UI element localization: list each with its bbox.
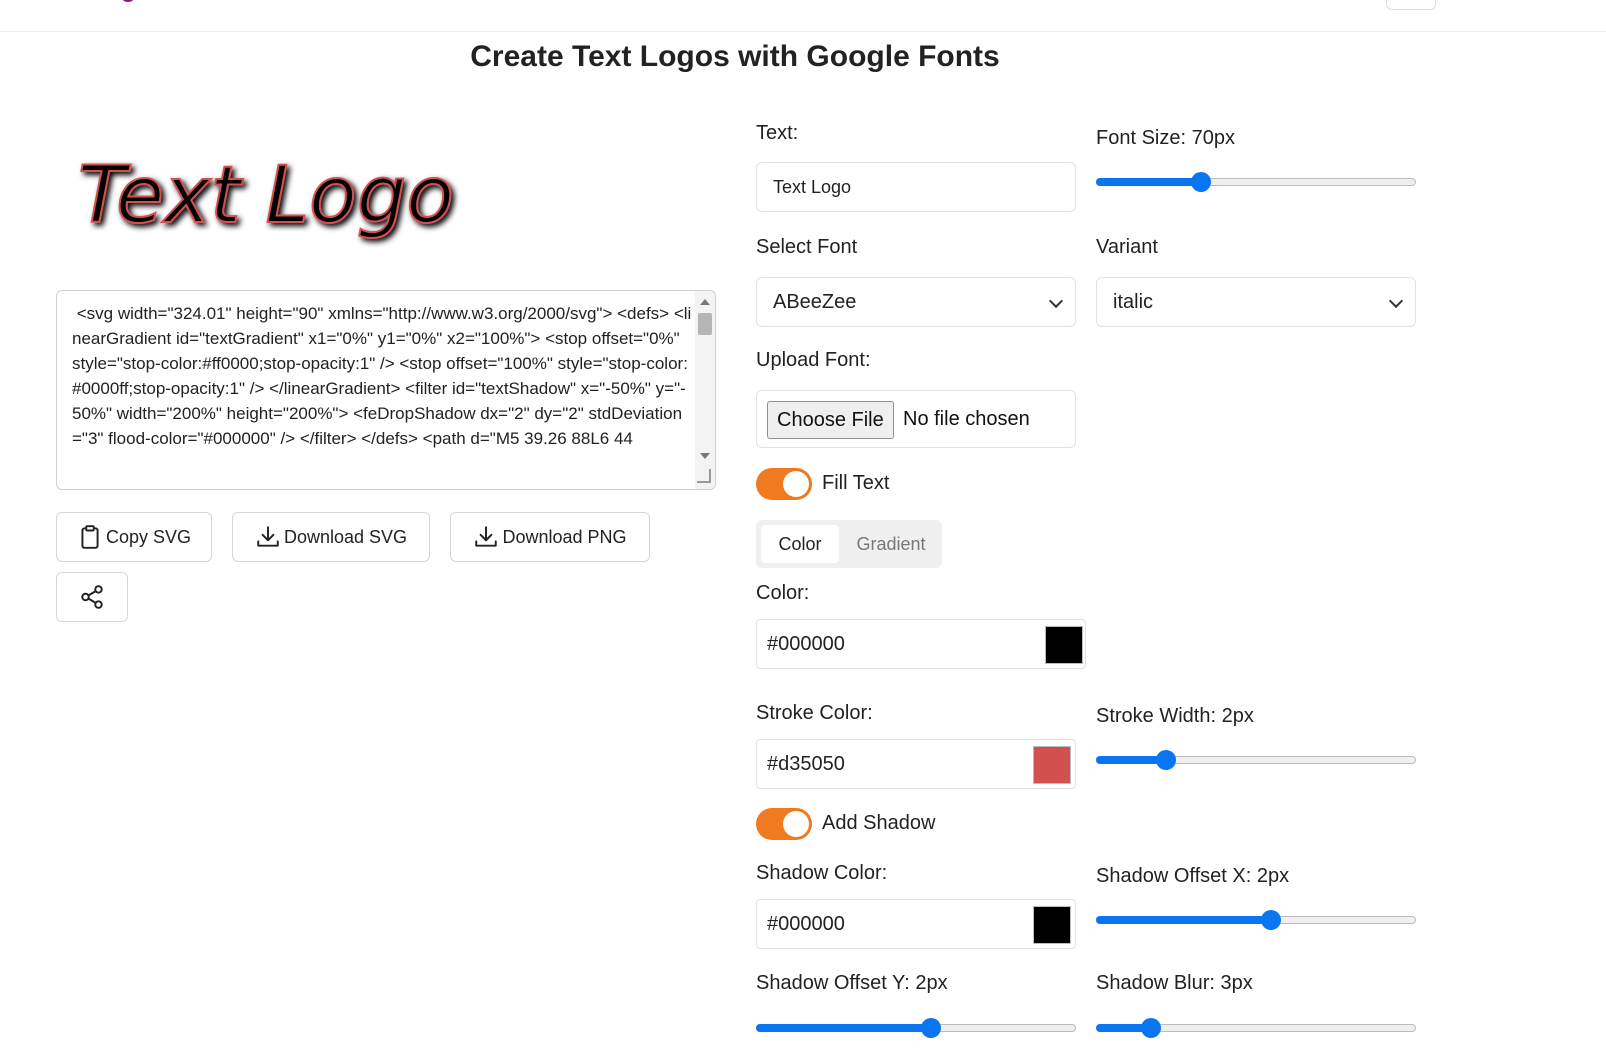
stroke-width-label: Stroke Width: 2px bbox=[1096, 705, 1254, 727]
variant-select[interactable]: italic bbox=[1096, 277, 1416, 327]
stroke-color-input[interactable]: #d35050 bbox=[756, 739, 1076, 789]
stroke-color-swatch[interactable] bbox=[1033, 746, 1071, 784]
choose-file-button[interactable]: Choose File bbox=[767, 401, 894, 439]
add-shadow-toggle[interactable] bbox=[756, 808, 812, 840]
add-shadow-label: Add Shadow bbox=[822, 812, 936, 834]
code-scrollbar[interactable] bbox=[695, 291, 715, 489]
stroke-color-label: Stroke Color: bbox=[756, 702, 873, 724]
scroll-up-arrow[interactable] bbox=[700, 299, 710, 305]
font-size-label: Font Size: 70px bbox=[1096, 127, 1235, 149]
shadow-blur-label: Shadow Blur: 3px bbox=[1096, 972, 1253, 994]
upload-font-label: Upload Font: bbox=[756, 349, 871, 371]
download-icon bbox=[475, 526, 498, 547]
toggle-knob bbox=[783, 811, 809, 837]
shadow-blur-slider[interactable] bbox=[1096, 1016, 1416, 1040]
svg-code-textarea[interactable]: <svg width="324.01" height="90" xmlns="h… bbox=[56, 290, 716, 490]
fill-color-value: #000000 bbox=[767, 632, 845, 655]
stroke-width-slider[interactable] bbox=[1096, 748, 1416, 772]
fill-color-input[interactable]: #000000 bbox=[756, 619, 1086, 669]
font-size-slider[interactable] bbox=[1096, 170, 1416, 194]
logo-preview: Text Logo bbox=[74, 140, 574, 260]
slider-thumb[interactable] bbox=[1190, 172, 1211, 192]
slider-thumb[interactable] bbox=[1261, 910, 1281, 930]
logo-preview-svg: Text Logo bbox=[77, 150, 455, 242]
variant-label: Variant bbox=[1096, 236, 1158, 258]
menu-toggle-button[interactable] bbox=[1386, 0, 1436, 10]
copy-svg-button[interactable]: Copy SVG bbox=[56, 512, 212, 562]
font-select-value: ABeeZee bbox=[773, 290, 857, 313]
download-svg-label: Download SVG bbox=[283, 526, 408, 547]
fill-text-label: Fill Text bbox=[822, 472, 890, 494]
svg-code-text: <svg width="324.01" height="90" xmlns="h… bbox=[72, 304, 692, 448]
download-svg-button[interactable]: Download SVG bbox=[232, 512, 430, 562]
fill-mode-tabs: Color Gradient bbox=[756, 520, 942, 568]
logo-preview-text: Text Logo bbox=[78, 151, 454, 241]
text-input-value: Text Logo bbox=[773, 176, 852, 197]
slider-thumb[interactable] bbox=[921, 1018, 941, 1038]
scroll-thumb[interactable] bbox=[698, 313, 712, 335]
text-input[interactable]: Text Logo bbox=[756, 162, 1076, 212]
variant-select-value: italic bbox=[1113, 290, 1154, 313]
text-label: Text: bbox=[756, 122, 799, 144]
download-png-label: Download PNG bbox=[502, 526, 627, 547]
select-font-label: Select Font bbox=[756, 236, 858, 258]
page-title: Create Text Logos with Google Fonts bbox=[470, 40, 1000, 73]
slider-thumb[interactable] bbox=[1141, 1018, 1161, 1038]
clipboard-icon bbox=[81, 525, 99, 549]
shadow-color-swatch[interactable] bbox=[1033, 906, 1071, 944]
file-status-text: No file chosen bbox=[903, 408, 1030, 430]
top-navbar bbox=[0, 0, 1606, 32]
share-button[interactable] bbox=[56, 572, 128, 622]
download-png-button[interactable]: Download PNG bbox=[450, 512, 650, 562]
fill-color-swatch[interactable] bbox=[1045, 626, 1083, 664]
tab-color[interactable]: Color bbox=[761, 525, 839, 563]
download-icon bbox=[257, 526, 279, 547]
share-icon bbox=[81, 585, 103, 609]
scroll-down-arrow[interactable] bbox=[700, 453, 710, 459]
chevron-down-icon bbox=[1048, 293, 1064, 309]
site-logo[interactable] bbox=[120, 0, 136, 2]
shadow-offset-y-label: Shadow Offset Y: 2px bbox=[756, 972, 948, 994]
copy-svg-label: Copy SVG bbox=[105, 526, 192, 547]
fill-text-toggle[interactable] bbox=[756, 468, 812, 500]
stroke-color-value: #d35050 bbox=[767, 752, 845, 775]
tab-gradient[interactable]: Gradient bbox=[844, 525, 938, 563]
slider-fill bbox=[756, 1024, 931, 1032]
font-select[interactable]: ABeeZee bbox=[756, 277, 1076, 327]
color-label: Color: bbox=[756, 582, 810, 604]
resize-grip[interactable] bbox=[697, 469, 711, 483]
shadow-offset-y-slider[interactable] bbox=[756, 1016, 1076, 1040]
slider-fill bbox=[1096, 178, 1201, 186]
toggle-knob bbox=[783, 471, 809, 497]
shadow-color-label: Shadow Color: bbox=[756, 862, 888, 884]
shadow-offset-x-slider[interactable] bbox=[1096, 908, 1416, 932]
slider-fill bbox=[1096, 916, 1271, 924]
chevron-down-icon bbox=[1388, 293, 1404, 309]
shadow-color-input[interactable]: #000000 bbox=[756, 899, 1076, 949]
shadow-color-value: #000000 bbox=[767, 912, 845, 935]
shadow-offset-x-label: Shadow Offset X: 2px bbox=[1096, 865, 1290, 887]
slider-thumb[interactable] bbox=[1156, 750, 1176, 770]
upload-font-input[interactable]: Choose File No file chosen bbox=[756, 390, 1076, 448]
